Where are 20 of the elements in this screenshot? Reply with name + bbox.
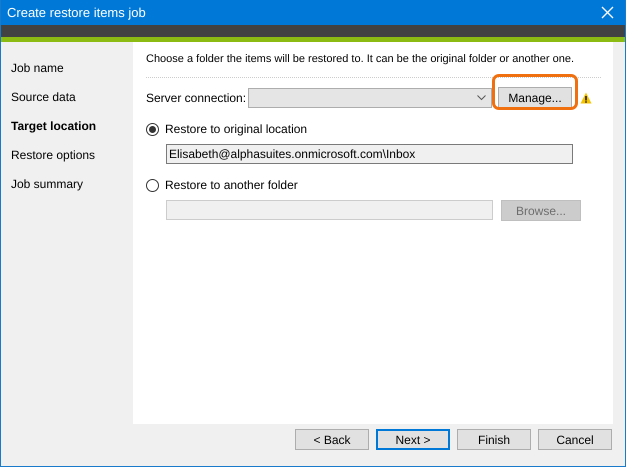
radio-button[interactable]: [146, 122, 159, 136]
sidebar-item[interactable]: Restore options: [1, 149, 133, 162]
sidebar-item[interactable]: Target location: [1, 120, 133, 133]
folder-field[interactable]: Elisabeth@alphasuites.onmicrosoft.com\Inbox: [166, 144, 573, 164]
wizard-button[interactable]: < Back: [295, 429, 369, 450]
sidebar-item[interactable]: Source data: [1, 91, 133, 104]
wizard-button[interactable]: Cancel: [538, 429, 612, 450]
wizard-button[interactable]: Next >: [376, 429, 450, 450]
manage-button[interactable]: Manage...: [498, 87, 572, 108]
radio-button[interactable]: [146, 178, 159, 192]
sidebar-item[interactable]: Job summary: [1, 178, 133, 191]
chevron-icon: [477, 94, 486, 100]
instruction-text: Choose a folder the items will be restored to. It can be the original folder or another one.: [146, 53, 601, 78]
wizard-button[interactable]: Finish: [457, 429, 531, 450]
radio-label[interactable]: Restore to original location: [165, 122, 308, 136]
sidebar-item[interactable]: Job name: [1, 62, 133, 75]
folder-field[interactable]: [166, 200, 493, 220]
window-title: Create restore items job: [7, 5, 146, 20]
field-label: Server connection:: [146, 90, 248, 104]
radio-label[interactable]: Restore to another folder: [165, 178, 298, 192]
